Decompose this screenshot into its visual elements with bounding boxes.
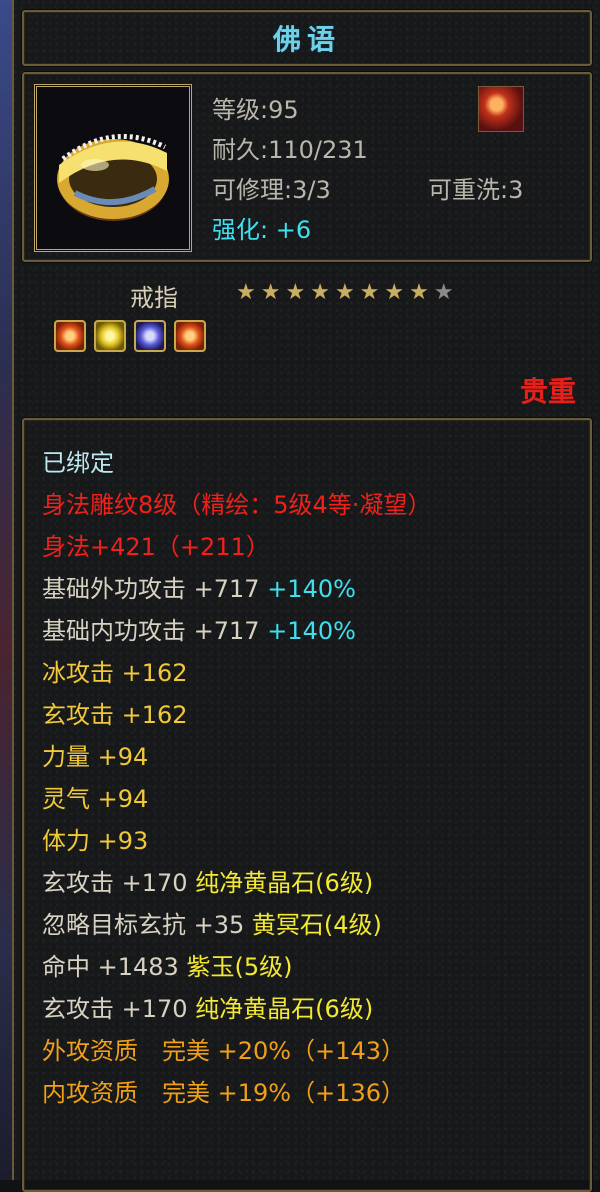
int-quality-line: 内攻资质 完美 +19%（+136） bbox=[42, 1079, 405, 1107]
gem-name: 纯净黄晶石(6级) bbox=[195, 995, 374, 1023]
strength-line: 力量 +94 bbox=[42, 743, 149, 771]
gem-stat-line: 命中 +1483 紫玉(5级) bbox=[42, 952, 292, 982]
int-attack-line: 基础内功攻击 +717 +140% bbox=[42, 616, 356, 646]
background-strip bbox=[0, 0, 12, 1180]
spirit-line: 灵气 +94 bbox=[42, 785, 149, 813]
ice-attack-line: 冰攻击 +162 bbox=[42, 659, 188, 687]
red-gem-icon[interactable] bbox=[54, 320, 86, 352]
item-enhance: 强化: +6 bbox=[212, 210, 311, 245]
item-level: 等级:95 bbox=[212, 96, 299, 124]
enhance-label: 强化: bbox=[212, 216, 269, 244]
title-bar: 佛语 bbox=[22, 10, 592, 66]
item-type: 戒指 bbox=[130, 284, 178, 312]
item-rewash: 可重洗:3 bbox=[428, 176, 524, 204]
rarity-label: 贵重 bbox=[519, 375, 576, 408]
red-gem-icon[interactable] bbox=[174, 320, 206, 352]
item-title: 佛语 bbox=[272, 23, 341, 56]
gem-stat-value: 忽略目标玄抗 +35 bbox=[42, 911, 245, 939]
int-attack-value: 基础内功攻击 +717 bbox=[42, 617, 260, 645]
gem-stat-line: 玄攻击 +170 纯净黄晶石(6级) bbox=[42, 868, 373, 898]
item-tooltip: 佛语 等级:95 耐久:110/231 可修理:3/3 可重洗:3 强化: +6 bbox=[12, 0, 600, 1192]
ext-quality-line: 外攻资质 完美 +20%（+143） bbox=[42, 1037, 405, 1065]
gem-name: 黄冥石(4级) bbox=[251, 911, 382, 939]
gem-slots bbox=[54, 320, 214, 356]
school-flame-icon bbox=[478, 86, 524, 132]
star-icon: ★ bbox=[310, 280, 330, 305]
star-icon: ★ bbox=[334, 280, 355, 305]
star-empty-icon: ★ bbox=[433, 280, 454, 305]
agility-line: 身法+421（+211） bbox=[42, 533, 270, 561]
yellow-gem-icon[interactable] bbox=[94, 320, 126, 352]
ext-attack-pct: +140% bbox=[267, 575, 356, 603]
stamina-line: 体力 +93 bbox=[42, 827, 149, 855]
attribute-panel: 已绑定 身法雕纹8级（精绘：5级4等·凝望） 身法+421（+211） 基础外功… bbox=[22, 418, 592, 1192]
ext-attack-value: 基础外功攻击 +717 bbox=[42, 575, 260, 603]
purple-gem-icon[interactable] bbox=[134, 320, 166, 352]
star-icon: ★ bbox=[285, 280, 306, 305]
xuan-attack-line: 玄攻击 +162 bbox=[42, 701, 188, 729]
bound-status: 已绑定 bbox=[42, 449, 114, 477]
item-meta: 戒指 ★ ★ ★ ★ ★ ★ ★ ★ ★ 贵重 bbox=[22, 270, 592, 410]
ring-icon bbox=[45, 95, 181, 241]
item-header: 等级:95 耐久:110/231 可修理:3/3 可重洗:3 强化: +6 bbox=[22, 72, 592, 262]
gem-stat-line: 玄攻击 +170 纯净黄晶石(6级) bbox=[42, 994, 373, 1024]
gem-name: 紫玉(5级) bbox=[186, 953, 293, 981]
star-icon: ★ bbox=[359, 280, 380, 305]
star-icon: ★ bbox=[236, 280, 256, 305]
item-icon[interactable] bbox=[34, 84, 192, 252]
gem-stat-value: 玄攻击 +170 bbox=[42, 995, 188, 1023]
gem-stat-value: 玄攻击 +170 bbox=[42, 869, 188, 897]
gem-name: 纯净黄晶石(6级) bbox=[195, 869, 374, 897]
star-rating: ★ ★ ★ ★ ★ ★ ★ ★ ★ bbox=[236, 282, 459, 304]
star-icon: ★ bbox=[384, 280, 405, 305]
star-icon: ★ bbox=[409, 280, 429, 305]
enhance-value: +6 bbox=[275, 216, 312, 244]
item-repairable: 可修理:3/3 bbox=[212, 176, 331, 204]
ext-attack-line: 基础外功攻击 +717 +140% bbox=[42, 574, 356, 604]
int-attack-pct: +140% bbox=[267, 617, 356, 645]
carving-line: 身法雕纹8级（精绘：5级4等·凝望） bbox=[42, 491, 432, 519]
star-icon: ★ bbox=[260, 280, 281, 305]
item-durability: 耐久:110/231 bbox=[212, 136, 368, 164]
gem-stat-line: 忽略目标玄抗 +35 黄冥石(4级) bbox=[42, 910, 382, 940]
gem-stat-value: 命中 +1483 bbox=[42, 953, 179, 981]
